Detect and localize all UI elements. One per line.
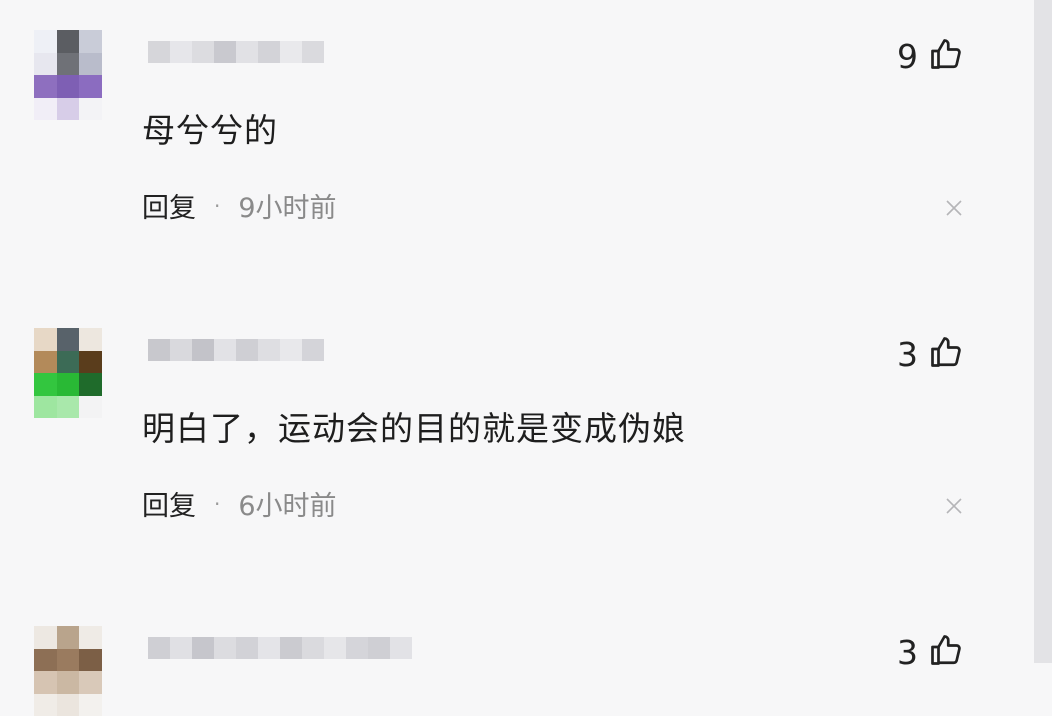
- timestamp: 6小时前: [238, 491, 337, 522]
- avatar[interactable]: [34, 30, 102, 120]
- scroll-edge: [1034, 0, 1052, 663]
- username-text: [148, 626, 149, 627]
- like-button[interactable]: 9: [897, 36, 964, 76]
- comment-meta: 回复 · 9小时前: [142, 186, 337, 225]
- like-button[interactable]: 3: [897, 334, 964, 374]
- username-text: [148, 30, 149, 31]
- thumbs-up-icon: [928, 632, 964, 672]
- username-blurred[interactable]: [148, 30, 324, 74]
- username-blurred[interactable]: [148, 626, 412, 670]
- meta-separator: ·: [214, 491, 221, 516]
- username-blurred[interactable]: [148, 328, 324, 372]
- close-icon[interactable]: [944, 198, 964, 218]
- avatar[interactable]: [34, 328, 102, 418]
- comment-text: 明白了，运动会的目的就是变成伪娘: [142, 409, 686, 448]
- meta-separator: ·: [214, 193, 221, 218]
- username-text: [148, 328, 149, 329]
- comment-meta: 回复 · 6小时前: [142, 484, 337, 523]
- like-count: 9: [897, 36, 918, 76]
- thumbs-up-icon: [928, 334, 964, 374]
- like-count: 3: [897, 632, 918, 672]
- like-count: 3: [897, 334, 918, 374]
- avatar[interactable]: [34, 626, 102, 716]
- reply-button[interactable]: 回复: [142, 484, 196, 523]
- like-button[interactable]: 3: [897, 632, 964, 672]
- timestamp: 9小时前: [238, 193, 337, 224]
- thumbs-up-icon: [928, 36, 964, 76]
- close-icon[interactable]: [944, 496, 964, 516]
- reply-button[interactable]: 回复: [142, 186, 196, 225]
- comment-text: 母兮兮的: [142, 111, 278, 150]
